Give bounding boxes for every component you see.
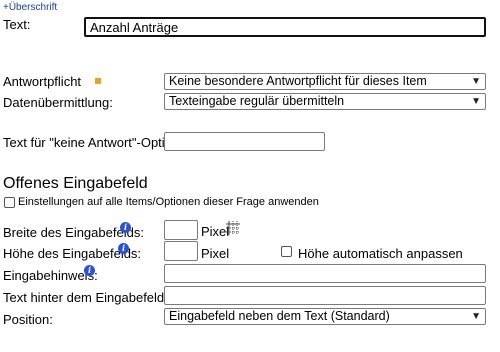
answer-required-label: Antwortpflicht bbox=[3, 74, 82, 89]
text-textarea[interactable]: Anzahl Anträge bbox=[84, 17, 486, 37]
info-icon[interactable]: i bbox=[84, 265, 95, 276]
width-input[interactable] bbox=[164, 220, 198, 240]
no-answer-label: Text für "keine Antwort"-Option: bbox=[3, 135, 183, 150]
no-answer-input[interactable] bbox=[164, 132, 325, 151]
data-transfer-select[interactable]: Texteingabe regulär übermitteln ▼ bbox=[164, 93, 486, 110]
height-input[interactable] bbox=[164, 241, 198, 261]
auto-height-checkbox[interactable] bbox=[281, 246, 292, 257]
apply-all-label: Einstellungen auf alle Items/Optionen di… bbox=[18, 196, 319, 208]
add-heading-link[interactable]: +Überschrift bbox=[3, 2, 57, 13]
after-text-label: Text hinter dem Eingabefeld: bbox=[3, 290, 168, 305]
chevron-down-icon: ▼ bbox=[471, 96, 481, 107]
resize-grid-icon[interactable] bbox=[226, 221, 240, 235]
data-transfer-selected: Texteingabe regulär übermitteln bbox=[169, 94, 345, 108]
info-icon[interactable]: i bbox=[120, 222, 131, 233]
position-label: Position: bbox=[3, 312, 53, 327]
auto-height-label: Höhe automatisch anpassen bbox=[298, 246, 463, 261]
width-unit: Pixel bbox=[201, 224, 230, 239]
apply-all-checkbox[interactable] bbox=[4, 197, 15, 208]
chevron-down-icon: ▼ bbox=[471, 76, 481, 87]
chevron-down-icon: ▼ bbox=[471, 311, 481, 322]
position-selected: Eingabefeld neben dem Text (Standard) bbox=[169, 309, 390, 323]
answer-required-select[interactable]: Keine besondere Antwortpflicht für diese… bbox=[164, 73, 486, 90]
after-text-input[interactable] bbox=[164, 286, 486, 305]
answer-required-selected: Keine besondere Antwortpflicht für diese… bbox=[169, 74, 427, 88]
required-star-icon bbox=[95, 78, 101, 84]
section-title: Offenes Eingabefeld bbox=[3, 175, 148, 192]
data-transfer-label: Datenübermittlung: bbox=[3, 95, 113, 110]
info-icon[interactable]: i bbox=[118, 243, 129, 254]
position-select[interactable]: Eingabefeld neben dem Text (Standard) ▼ bbox=[164, 308, 486, 325]
hint-input[interactable] bbox=[164, 264, 486, 283]
height-unit: Pixel bbox=[201, 246, 230, 261]
text-label: Text: bbox=[3, 17, 31, 32]
